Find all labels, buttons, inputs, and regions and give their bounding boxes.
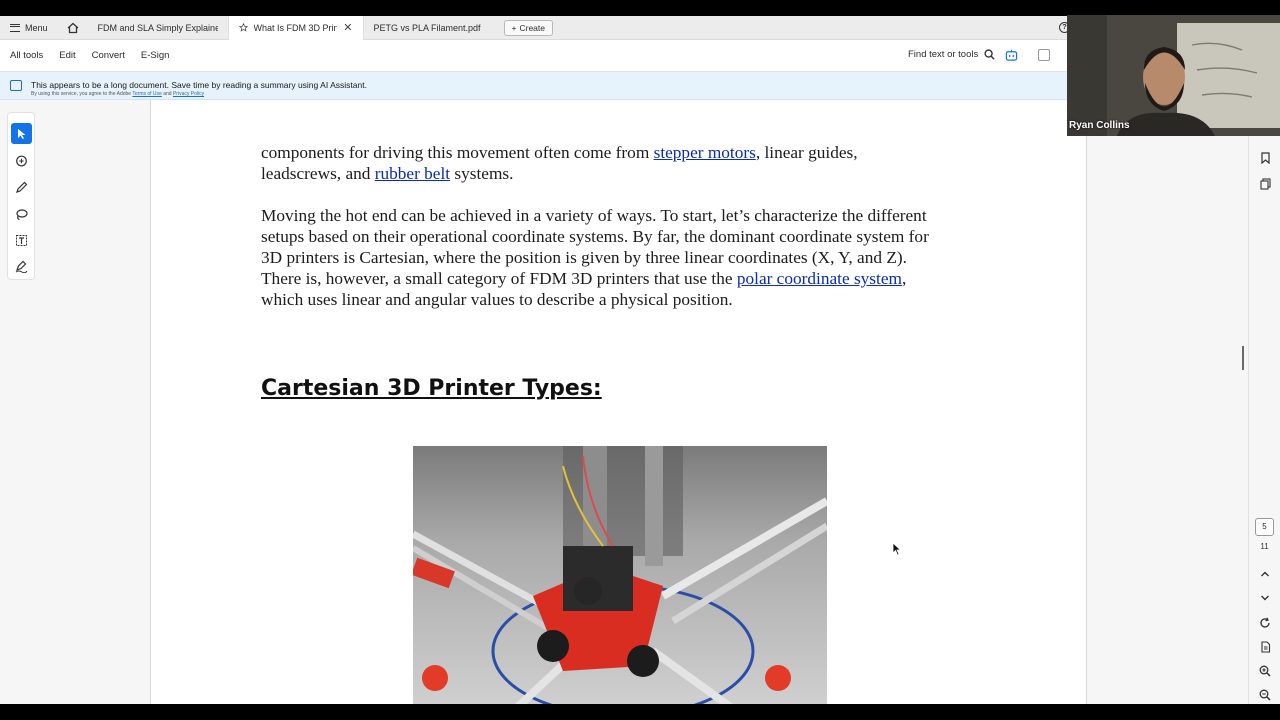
plus-icon: + bbox=[511, 22, 517, 33]
presenter-video bbox=[1067, 15, 1280, 136]
paragraph-line: Moving the hot end can be achieved in a … bbox=[261, 206, 927, 225]
tab-title: PETG vs PLA Filament.pdf bbox=[373, 22, 481, 33]
draw-tool[interactable] bbox=[11, 204, 32, 225]
left-tool-rail bbox=[7, 112, 35, 280]
star-icon[interactable] bbox=[238, 22, 248, 33]
signature-pen-icon bbox=[15, 260, 28, 273]
hamburger-icon bbox=[10, 23, 20, 32]
right-rail: 5 11 bbox=[1248, 72, 1280, 704]
tab-petg-vs-pla[interactable]: PETG vs PLA Filament.pdf bbox=[364, 16, 500, 40]
refresh-icon[interactable] bbox=[1259, 617, 1271, 629]
stepper-motors-link[interactable]: stepper motors bbox=[654, 143, 756, 162]
banner-legal: By using this service, you agree to the … bbox=[31, 91, 204, 97]
menu-label: Menu bbox=[25, 22, 48, 33]
find-label: Find text or tools bbox=[908, 49, 979, 60]
sign-tool[interactable] bbox=[11, 256, 32, 277]
participant-name: Ryan Collins bbox=[1069, 120, 1130, 131]
document-viewport[interactable]: components for driving this movement oft… bbox=[0, 100, 1248, 704]
save-icon[interactable] bbox=[1038, 49, 1050, 61]
banner-text: This appears to be a long document. Save… bbox=[31, 80, 367, 90]
polar-coordinate-system-link[interactable]: polar coordinate system bbox=[737, 269, 902, 288]
create-label: Create bbox=[519, 22, 545, 33]
paragraph-line: leadscrews, and rubber belt systems. bbox=[261, 164, 514, 183]
pages-icon[interactable] bbox=[1259, 178, 1271, 190]
paragraph-line: components for driving this movement oft… bbox=[261, 143, 858, 162]
paragraph-line: 3D printers is Cartesian, where the posi… bbox=[261, 248, 907, 267]
vertical-scrollbar-thumb[interactable] bbox=[1242, 346, 1244, 370]
cursor-arrow-icon bbox=[17, 128, 25, 139]
webcam-overlay: Ryan Collins bbox=[1067, 15, 1280, 136]
ai-assistant-icon[interactable] bbox=[1005, 49, 1018, 62]
comment-plus-icon bbox=[16, 155, 27, 167]
legal-and: and bbox=[163, 91, 172, 97]
pen-icon bbox=[16, 181, 28, 193]
tab-what-is-fdm[interactable]: What Is FDM 3D Printin... ✕ bbox=[227, 16, 364, 40]
search-icon bbox=[984, 49, 995, 60]
comment-tool[interactable] bbox=[11, 151, 32, 172]
pdf-page: components for driving this movement oft… bbox=[150, 100, 1087, 704]
text-select-tool[interactable] bbox=[11, 230, 32, 251]
tab-title: FDM and SLA Simply Explained... bbox=[97, 22, 218, 33]
select-tool[interactable] bbox=[11, 123, 32, 144]
total-pages: 11 bbox=[1260, 542, 1269, 551]
mouse-cursor-icon bbox=[892, 542, 902, 556]
ai-summary-icon bbox=[10, 80, 22, 91]
current-page-field[interactable]: 5 bbox=[1255, 518, 1274, 536]
edit-button[interactable]: Edit bbox=[59, 50, 75, 61]
section-heading: Cartesian 3D Printer Types: bbox=[261, 376, 602, 401]
text-box-icon bbox=[16, 235, 27, 246]
bookmark-icon[interactable] bbox=[1259, 152, 1271, 164]
ai-assistant-banner: This appears to be a long document. Save… bbox=[0, 72, 1068, 100]
page-info-icon[interactable] bbox=[1259, 641, 1271, 653]
home-icon bbox=[67, 22, 78, 33]
e-sign-button[interactable]: E-Sign bbox=[141, 50, 170, 61]
find-text-or-tools[interactable]: Find text or tools bbox=[908, 49, 995, 60]
chevron-down-icon[interactable] bbox=[1259, 592, 1271, 604]
delta-printer-photo bbox=[413, 446, 827, 704]
tab-fdm-sla[interactable]: FDM and SLA Simply Explained... bbox=[88, 16, 228, 40]
paragraph-line: There is, however, a small category of F… bbox=[261, 269, 907, 288]
paragraph-line: which uses linear and angular values to … bbox=[261, 290, 733, 309]
paragraph-line: setups based on their operational coordi… bbox=[261, 227, 929, 246]
menu-button[interactable]: Menu bbox=[0, 16, 58, 40]
close-icon[interactable]: ✕ bbox=[343, 21, 352, 34]
zoom-out-icon[interactable] bbox=[1259, 689, 1271, 701]
delta-printer-illustration bbox=[413, 446, 827, 704]
tab-title: What Is FDM 3D Printin... bbox=[253, 22, 338, 33]
lasso-icon bbox=[16, 209, 28, 221]
create-button[interactable]: + Create bbox=[503, 19, 553, 36]
home-button[interactable] bbox=[58, 16, 88, 40]
chevron-up-icon[interactable] bbox=[1259, 568, 1271, 580]
convert-button[interactable]: Convert bbox=[92, 50, 125, 61]
terms-of-use-link[interactable]: Terms of Use bbox=[132, 91, 161, 97]
zoom-in-icon[interactable] bbox=[1259, 665, 1271, 677]
privacy-policy-link[interactable]: Privacy Policy bbox=[173, 91, 204, 97]
highlight-tool[interactable] bbox=[11, 177, 32, 198]
legal-prefix: By using this service, you agree to the … bbox=[31, 91, 132, 97]
rubber-belt-link[interactable]: rubber belt bbox=[375, 164, 450, 183]
all-tools-button[interactable]: All tools bbox=[10, 50, 43, 61]
